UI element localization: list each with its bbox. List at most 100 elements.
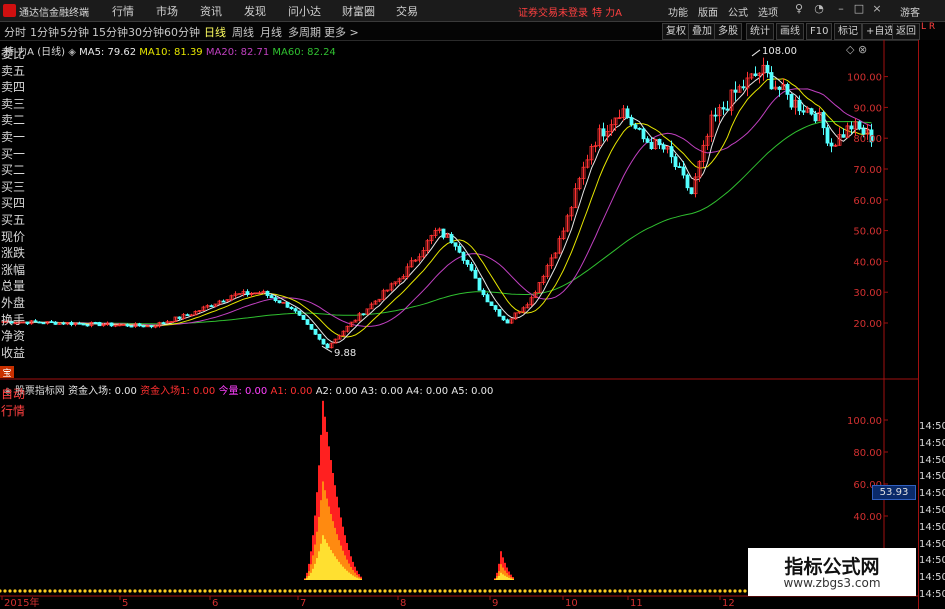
guest-button[interactable]: 游客 [900, 4, 920, 19]
menu-item-hangqing[interactable]: 行情 [112, 3, 134, 19]
indicator-dot [128, 589, 132, 593]
quote-field-7[interactable]: 买二 [1, 162, 27, 178]
period-fenshi[interactable]: 分时 [4, 24, 26, 40]
quote-field-15[interactable]: 外盘 [1, 295, 27, 311]
period-more[interactable]: 更多 > [324, 24, 359, 40]
menu-item-xuanxiang[interactable]: 选项 [758, 4, 778, 19]
quote-field-14[interactable]: 总量 [1, 278, 27, 294]
tool-tongji[interactable]: 统计 [746, 23, 774, 40]
menu-item-caifuquan[interactable]: 财富圈 [342, 3, 375, 19]
candle-body [713, 114, 718, 117]
indicator-bar-low [350, 574, 352, 580]
period-weekly[interactable]: 周线 [232, 24, 254, 40]
menu-item-jiaoyi[interactable]: 交易 [396, 3, 418, 19]
quote-field-2[interactable]: 卖四 [1, 79, 27, 95]
ma5-line [3, 71, 872, 344]
menu-item-shichang[interactable]: 市场 [156, 3, 178, 19]
menu-item-zixun[interactable]: 资讯 [200, 3, 222, 19]
date-label: 8 [400, 598, 406, 609]
minimize-icon[interactable]: – [834, 2, 848, 18]
period-15min[interactable]: 15分钟 [92, 24, 128, 40]
quote-field-9[interactable]: 买四 [1, 195, 27, 211]
indicator-dot [293, 589, 297, 593]
trade-time: 14:50 [919, 589, 945, 600]
indicator-item-jinliang: 今量: 0.00 [218, 386, 268, 397]
candle-body [721, 107, 726, 110]
quote-field-18[interactable]: 收益 [1, 345, 27, 361]
candle-body [625, 108, 630, 119]
indicator-dot [718, 589, 722, 593]
period-60min[interactable]: 60分钟 [164, 24, 200, 40]
quote-field-16[interactable]: 换手 [1, 312, 27, 328]
tool-duogu[interactable]: 多股 [714, 23, 742, 40]
tool-f10[interactable]: F10 [806, 23, 833, 40]
quote-field-5[interactable]: 卖一 [1, 129, 27, 145]
tool-back[interactable]: 返回 [892, 23, 920, 40]
help-icon[interactable]: ♀ [792, 2, 806, 18]
indicator-bar-low [356, 577, 358, 580]
indicator-bar-low [512, 579, 514, 580]
period-daily[interactable]: 日线 [204, 24, 226, 40]
indicator-bar-low [358, 578, 360, 580]
period-5min[interactable]: 5分钟 [60, 24, 89, 40]
quote-field-11[interactable]: 现价 [1, 229, 27, 245]
indicator-dot [273, 589, 277, 593]
indicator-dot [23, 589, 27, 593]
indicator-dot [618, 589, 622, 593]
quote-field-10[interactable]: 买五 [1, 212, 27, 228]
candle-body [689, 187, 694, 195]
candle-body [673, 156, 678, 167]
quote-field-3[interactable]: 卖三 [1, 96, 27, 112]
indicator-dot [453, 589, 457, 593]
trade-time: 14:50 [919, 471, 945, 483]
trade-time: 14:50 [919, 521, 945, 533]
ma-legend: 特 力A (日线) ◈ MA5: 79.62 MA10: 81.39 MA20:… [4, 43, 336, 58]
panel-lr-toggle[interactable]: L R [921, 22, 935, 32]
indicator-bar-low [352, 575, 354, 580]
chart-options-icon[interactable]: ◇ ⊗ [846, 43, 867, 56]
indicator-dot [708, 589, 712, 593]
price-chart[interactable]: 100.00 90.00 80.00 70.00 60.00 50.00 40.00 30.0… [0, 40, 918, 380]
quote-field-13[interactable]: 涨幅 [1, 262, 27, 278]
trade-time: 14:50 [919, 572, 945, 584]
maximize-icon[interactable]: □ [852, 2, 866, 18]
ma60-line [3, 120, 872, 325]
settings-icon[interactable]: ◔ [812, 2, 826, 18]
quote-field-0[interactable]: 委比 [1, 46, 27, 62]
price-tick-label: 40.00 [853, 257, 882, 268]
menu-item-faxian[interactable]: 发现 [244, 3, 266, 19]
tool-diejia[interactable]: 叠加 [688, 23, 716, 40]
close-icon[interactable]: × [870, 2, 884, 18]
panel-tab-0[interactable]: 自动 [1, 386, 27, 402]
login-warning[interactable]: 证券交易未登录 [518, 4, 588, 19]
panel-tab-1[interactable]: 行情 [1, 403, 27, 419]
period-1min[interactable]: 1分钟 [30, 24, 59, 40]
candle-body [269, 295, 274, 299]
menu-item-gongneng[interactable]: 功能 [668, 4, 688, 19]
period-30min[interactable]: 30分钟 [128, 24, 164, 40]
indicator-bar-low [340, 564, 342, 580]
tool-biaoji[interactable]: 标记 [834, 23, 862, 40]
trade-time: 14:50 [919, 555, 945, 567]
ma-settings-icon[interactable]: ◈ [68, 47, 76, 58]
price-tick-label: 90.00 [853, 103, 882, 114]
menu-item-gongshi[interactable]: 公式 [728, 4, 748, 19]
quote-field-17[interactable]: 净资 [1, 328, 27, 344]
trade-time: 14:50 [919, 421, 945, 432]
candle-body [661, 144, 666, 150]
corner-tag[interactable]: 宝 [0, 366, 14, 379]
period-monthly[interactable]: 月线 [260, 24, 282, 40]
quote-field-6[interactable]: 买一 [1, 146, 27, 162]
menu-item-wenxiaoda[interactable]: 问小达 [288, 3, 321, 19]
quote-field-1[interactable]: 卖五 [1, 63, 27, 79]
quote-field-4[interactable]: 卖二 [1, 112, 27, 128]
tool-fuquan[interactable]: 复权 [662, 23, 690, 40]
period-multi[interactable]: 多周期 [288, 24, 321, 40]
quote-field-8[interactable]: 买三 [1, 179, 27, 195]
quote-field-12[interactable]: 涨跌 [1, 245, 27, 261]
indicator-dot [13, 589, 17, 593]
indicator-bar-low [502, 574, 504, 580]
menu-item-banmian[interactable]: 版面 [698, 4, 718, 19]
candle-body [741, 86, 746, 89]
tool-huaxian[interactable]: 画线 [776, 23, 804, 40]
